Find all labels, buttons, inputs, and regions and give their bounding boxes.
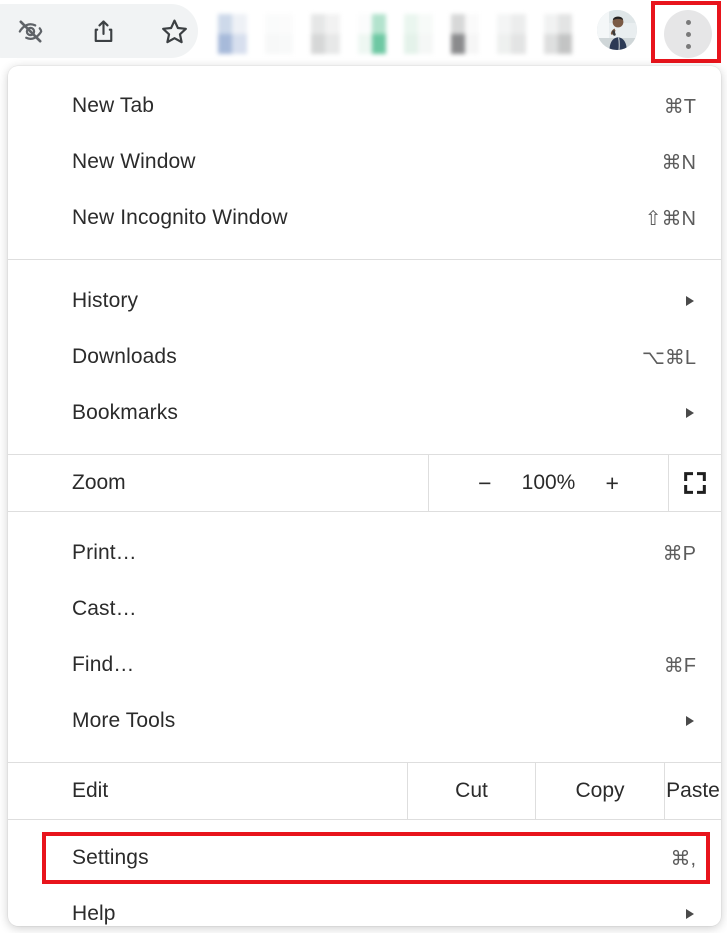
extension-icon[interactable] xyxy=(311,14,340,54)
star-icon[interactable] xyxy=(152,9,196,53)
menu-item-shortcut: ⇧⌘N xyxy=(644,207,696,230)
avatar[interactable] xyxy=(597,10,637,50)
extension-icon[interactable] xyxy=(497,14,526,54)
eye-off-icon[interactable] xyxy=(8,9,52,53)
menu-item-print[interactable]: Print… ⌘P xyxy=(8,525,721,581)
menu-item-label: New Incognito Window xyxy=(72,206,288,229)
chevron-right-icon xyxy=(686,909,694,919)
fullscreen-button[interactable] xyxy=(669,455,721,511)
menu-item-new-tab[interactable]: New Tab ⌘T xyxy=(8,78,721,134)
menu-item-downloads[interactable]: Downloads ⌥⌘L xyxy=(8,329,721,385)
menu-item-label: Settings xyxy=(72,846,149,869)
menu-item-label: Cast… xyxy=(72,597,137,620)
chevron-right-icon xyxy=(686,716,694,726)
menu-item-label: Print… xyxy=(72,541,137,564)
zoom-label: Zoom xyxy=(72,471,126,494)
extension-icon[interactable] xyxy=(543,14,572,54)
edit-copy-button[interactable]: Copy xyxy=(536,763,664,819)
menu-item-label: Help xyxy=(72,902,116,925)
edit-cut-button[interactable]: Cut xyxy=(408,763,535,819)
chevron-right-icon xyxy=(686,296,694,306)
chrome-main-menu: New Tab ⌘T New Window ⌘N New Incognito W… xyxy=(8,66,721,926)
extension-icon[interactable] xyxy=(264,14,293,54)
menu-item-shortcut: ⌥⌘L xyxy=(641,346,696,369)
menu-item-more-tools[interactable]: More Tools xyxy=(8,693,721,749)
chrome-menu-button[interactable] xyxy=(664,10,712,58)
three-dots-vertical-icon xyxy=(685,43,691,49)
browser-toolbar xyxy=(0,0,727,66)
three-dots-vertical-icon xyxy=(685,19,691,25)
menu-item-label: Downloads xyxy=(72,345,177,368)
edit-label: Edit xyxy=(72,779,109,802)
menu-item-shortcut: ⌘P xyxy=(662,542,696,565)
menu-item-new-incognito-window[interactable]: New Incognito Window ⇧⌘N xyxy=(8,190,721,246)
edit-paste-button[interactable]: Paste xyxy=(665,763,721,819)
menu-item-label: More Tools xyxy=(72,709,176,732)
menu-item-cast[interactable]: Cast… xyxy=(8,581,721,637)
menu-item-settings[interactable]: Settings ⌘, xyxy=(8,830,721,886)
menu-item-new-window[interactable]: New Window ⌘N xyxy=(8,134,721,190)
menu-item-label: History xyxy=(72,289,139,312)
menu-item-shortcut: ⌘F xyxy=(663,654,696,677)
zoom-level-value: 100% xyxy=(521,471,576,494)
zoom-out-button[interactable]: − xyxy=(478,471,491,495)
extension-icon[interactable] xyxy=(404,14,433,54)
menu-top-padding xyxy=(8,66,721,78)
menu-item-label: New Window xyxy=(72,150,196,173)
menu-item-shortcut: ⌘, xyxy=(670,847,696,870)
menu-item-history[interactable]: History xyxy=(8,273,721,329)
extension-icon[interactable] xyxy=(450,14,479,54)
zoom-in-button[interactable]: + xyxy=(606,471,619,495)
menu-row-zoom: Zoom − 100% + xyxy=(8,455,721,511)
extension-icon[interactable] xyxy=(357,14,386,54)
menu-row-edit: Edit Cut Copy Paste xyxy=(8,763,721,819)
menu-item-bookmarks[interactable]: Bookmarks xyxy=(8,385,721,441)
zoom-controls: − 100% + xyxy=(429,455,668,511)
menu-item-find[interactable]: Find… ⌘F xyxy=(8,637,721,693)
menu-item-shortcut: ⌘N xyxy=(661,151,696,174)
menu-item-label: Find… xyxy=(72,653,135,676)
menu-item-label: New Tab xyxy=(72,94,155,117)
three-dots-vertical-icon xyxy=(685,31,691,37)
chevron-right-icon xyxy=(686,408,694,418)
chrome-menu-button-highlight xyxy=(651,1,721,63)
extension-icon[interactable] xyxy=(218,14,247,54)
menu-item-shortcut: ⌘T xyxy=(663,95,696,118)
extension-icons-blurred xyxy=(218,14,590,54)
menu-item-label: Bookmarks xyxy=(72,401,178,424)
menu-item-help[interactable]: Help xyxy=(8,886,721,926)
share-icon[interactable] xyxy=(81,9,125,53)
